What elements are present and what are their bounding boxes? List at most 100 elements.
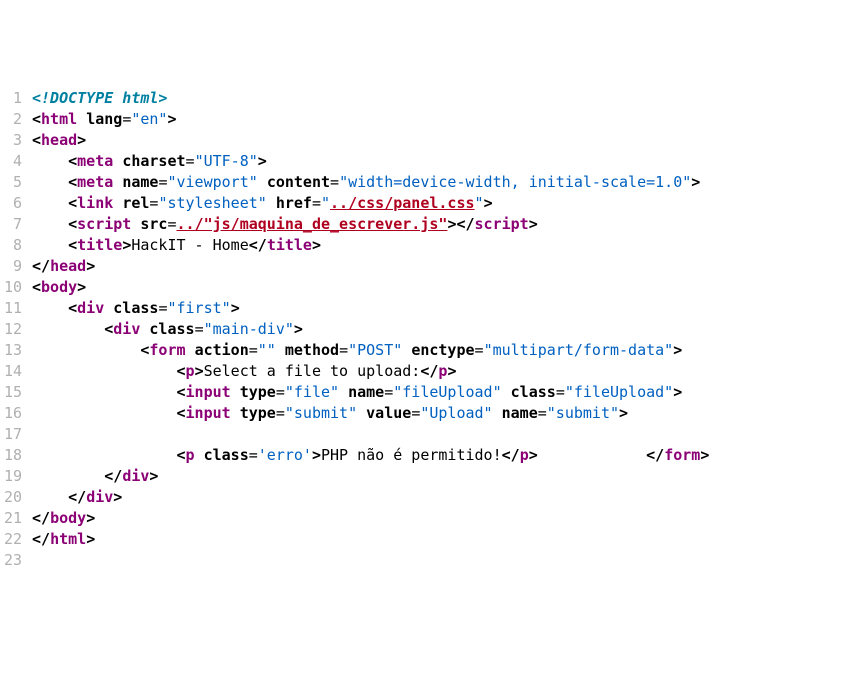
code-content[interactable]: <html lang="en"> bbox=[32, 109, 862, 130]
token-attr-val: "width=device-width, initial-scale=1.0" bbox=[339, 173, 691, 191]
code-editor[interactable]: 1<!DOCTYPE html>2<html lang="en">3<head>… bbox=[0, 88, 862, 571]
code-line[interactable]: 20 </div> bbox=[0, 487, 862, 508]
code-content[interactable]: <head> bbox=[32, 130, 862, 151]
code-content[interactable]: <form action="" method="POST" enctype="m… bbox=[32, 340, 862, 361]
token-tag-punct: > bbox=[195, 362, 204, 380]
code-content[interactable]: </div> bbox=[32, 466, 862, 487]
token-text bbox=[493, 404, 502, 422]
code-line[interactable]: 5 <meta name="viewport" content="width=d… bbox=[0, 172, 862, 193]
token-attr-name: rel bbox=[122, 194, 149, 212]
token-tag-punct: < bbox=[104, 320, 113, 338]
token-tag-name: head bbox=[50, 257, 86, 275]
token-tag-punct: < bbox=[68, 173, 77, 191]
code-line[interactable]: 12 <div class="main-div"> bbox=[0, 319, 862, 340]
token-tag-punct: > bbox=[231, 299, 240, 317]
code-content[interactable]: <body> bbox=[32, 277, 862, 298]
code-line[interactable]: 13 <form action="" method="POST" enctype… bbox=[0, 340, 862, 361]
token-text bbox=[113, 152, 122, 170]
code-line[interactable]: 9</head> bbox=[0, 256, 862, 277]
code-line[interactable]: 6 <link rel="stylesheet" href="../css/pa… bbox=[0, 193, 862, 214]
line-number: 3 bbox=[0, 130, 32, 151]
code-line[interactable]: 1<!DOCTYPE html> bbox=[0, 88, 862, 109]
token-tag-punct: ></ bbox=[447, 215, 474, 233]
code-content[interactable]: </html> bbox=[32, 529, 862, 550]
token-tag-punct: </ bbox=[32, 257, 50, 275]
code-content[interactable]: <input type="file" name="fileUpload" cla… bbox=[32, 382, 862, 403]
token-text bbox=[502, 383, 511, 401]
token-attr-val: "" bbox=[258, 341, 276, 359]
line-number: 13 bbox=[0, 340, 32, 361]
code-content[interactable] bbox=[32, 550, 862, 571]
code-content[interactable]: </body> bbox=[32, 508, 862, 529]
token-tag-name: title bbox=[267, 236, 312, 254]
code-content[interactable]: <input type="submit" value="Upload" name… bbox=[32, 403, 862, 424]
code-line[interactable]: 23 bbox=[0, 550, 862, 571]
token-text bbox=[357, 404, 366, 422]
line-number: 4 bbox=[0, 151, 32, 172]
token-text bbox=[32, 341, 140, 359]
token-tag-punct: < bbox=[68, 152, 77, 170]
token-attr-name: src bbox=[140, 215, 167, 233]
token-text bbox=[267, 194, 276, 212]
token-text: PHP não é permitido! bbox=[321, 446, 502, 464]
token-attr-name: action bbox=[195, 341, 249, 359]
code-line[interactable]: 11 <div class="first"> bbox=[0, 298, 862, 319]
token-tag-punct: </ bbox=[646, 446, 664, 464]
token-tag-punct: > bbox=[691, 173, 700, 191]
line-number: 23 bbox=[0, 550, 32, 571]
code-content[interactable]: <!DOCTYPE html> bbox=[32, 88, 862, 109]
token-text bbox=[104, 299, 113, 317]
line-number: 10 bbox=[0, 277, 32, 298]
line-number: 2 bbox=[0, 109, 32, 130]
code-line[interactable]: 22</html> bbox=[0, 529, 862, 550]
token-err-link: ../"js/maquina_de_escrever.js" bbox=[177, 215, 448, 233]
token-text bbox=[32, 152, 68, 170]
code-line[interactable]: 4 <meta charset="UTF-8"> bbox=[0, 151, 862, 172]
token-attr-val: "file" bbox=[285, 383, 339, 401]
token-tag-name: p bbox=[186, 446, 195, 464]
code-line[interactable]: 21</body> bbox=[0, 508, 862, 529]
code-line[interactable]: 16 <input type="submit" value="Upload" n… bbox=[0, 403, 862, 424]
code-content[interactable]: <script src=../"js/maquina_de_escrever.j… bbox=[32, 214, 862, 235]
token-attr-eq: = bbox=[276, 383, 285, 401]
code-content[interactable]: <title>HackIT - Home</title> bbox=[32, 235, 862, 256]
code-line[interactable]: 17 bbox=[0, 424, 862, 445]
token-tag-name: p bbox=[520, 446, 529, 464]
code-line[interactable]: 18 <p class='erro'>PHP não é permitido!<… bbox=[0, 445, 862, 466]
token-tag-punct: > bbox=[86, 509, 95, 527]
code-content[interactable]: </div> bbox=[32, 487, 862, 508]
token-text bbox=[32, 299, 68, 317]
code-content[interactable]: <p>Select a file to upload:</p> bbox=[32, 361, 862, 382]
token-tag-name: meta bbox=[77, 173, 113, 191]
code-line[interactable]: 19 </div> bbox=[0, 466, 862, 487]
token-attr-val: "UTF-8" bbox=[195, 152, 258, 170]
token-text bbox=[32, 446, 177, 464]
token-tag-punct: > bbox=[77, 278, 86, 296]
token-tag-punct: < bbox=[68, 215, 77, 233]
code-content[interactable]: <meta name="viewport" content="width=dev… bbox=[32, 172, 862, 193]
token-tag-punct: > bbox=[167, 110, 176, 128]
token-tag-punct: > bbox=[86, 530, 95, 548]
token-tag-punct: < bbox=[177, 446, 186, 464]
code-content[interactable]: <div class="main-div"> bbox=[32, 319, 862, 340]
code-content[interactable]: </head> bbox=[32, 256, 862, 277]
token-tag-punct: > bbox=[149, 467, 158, 485]
code-content[interactable]: <link rel="stylesheet" href="../css/pane… bbox=[32, 193, 862, 214]
code-content[interactable] bbox=[32, 424, 862, 445]
code-line[interactable]: 10<body> bbox=[0, 277, 862, 298]
code-line[interactable]: 3<head> bbox=[0, 130, 862, 151]
code-line[interactable]: 8 <title>HackIT - Home</title> bbox=[0, 235, 862, 256]
line-number: 18 bbox=[0, 445, 32, 466]
token-tag-punct: < bbox=[177, 362, 186, 380]
code-content[interactable]: <div class="first"> bbox=[32, 298, 862, 319]
token-text bbox=[276, 341, 285, 359]
code-content[interactable]: <meta charset="UTF-8"> bbox=[32, 151, 862, 172]
code-line[interactable]: 15 <input type="file" name="fileUpload" … bbox=[0, 382, 862, 403]
token-attr-name: type bbox=[240, 383, 276, 401]
code-line[interactable]: 2<html lang="en"> bbox=[0, 109, 862, 130]
code-content[interactable]: <p class='erro'>PHP não é permitido!</p>… bbox=[32, 445, 862, 466]
code-line[interactable]: 7 <script src=../"js/maquina_de_escrever… bbox=[0, 214, 862, 235]
token-tag-punct: > bbox=[113, 488, 122, 506]
line-number: 22 bbox=[0, 529, 32, 550]
code-line[interactable]: 14 <p>Select a file to upload:</p> bbox=[0, 361, 862, 382]
